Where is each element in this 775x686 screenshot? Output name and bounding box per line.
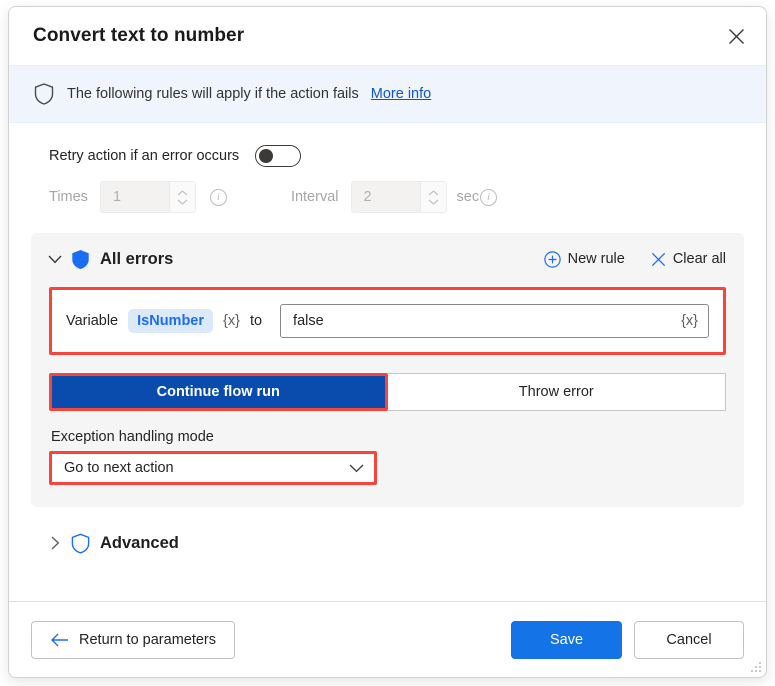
retry-action-row: Retry action if an error occurs [31, 123, 744, 167]
clear-all-button[interactable]: Clear all [651, 251, 726, 267]
dialog-title: Convert text to number [33, 25, 718, 47]
all-errors-title: All errors [100, 250, 518, 269]
rule-connector-label: to [250, 313, 262, 329]
cancel-button[interactable]: Cancel [634, 621, 744, 659]
rule-prefix-label: Variable [66, 313, 118, 329]
close-icon [728, 28, 745, 45]
throw-error-option[interactable]: Throw error [388, 373, 727, 411]
variable-name-pill[interactable]: IsNumber [128, 309, 213, 333]
rule-value-text: false [293, 313, 681, 329]
new-rule-label: New rule [568, 251, 625, 267]
times-label: Times [49, 189, 88, 205]
banner-text: The following rules will apply if the ac… [67, 86, 359, 102]
advanced-title: Advanced [100, 534, 179, 553]
info-banner: The following rules will apply if the ac… [9, 65, 766, 123]
all-errors-header: All errors New rule Clear all [31, 233, 744, 285]
close-button[interactable] [718, 20, 754, 52]
more-info-link[interactable]: More info [371, 86, 431, 102]
dialog-body: Retry action if an error occurs Times 1 [9, 123, 766, 601]
toggle-knob [259, 149, 273, 163]
resize-grip-icon[interactable] [749, 661, 762, 674]
error-behavior-segmented-control: Continue flow run Throw error [49, 373, 726, 411]
save-button[interactable]: Save [511, 621, 622, 659]
exception-handling-mode-value: Go to next action [64, 460, 349, 476]
retry-action-label: Retry action if an error occurs [49, 148, 239, 164]
times-info-icon[interactable]: i [210, 189, 227, 206]
chevron-up-icon [428, 190, 439, 196]
rule-value-input[interactable]: false {x} [280, 304, 709, 338]
clear-all-label: Clear all [673, 251, 726, 267]
all-errors-shield [71, 249, 90, 270]
interval-info-icon[interactable]: i [480, 189, 497, 206]
return-to-parameters-button[interactable]: Return to parameters [31, 621, 235, 659]
return-to-parameters-label: Return to parameters [79, 632, 216, 648]
circle-plus-icon [544, 251, 561, 268]
interval-stepper[interactable]: 2 [351, 181, 447, 213]
shield-outline-icon [33, 82, 55, 106]
times-stepper[interactable]: 1 [100, 181, 196, 213]
chevron-down-icon [48, 255, 62, 264]
shield-filled-icon [71, 249, 90, 270]
chevron-right-icon [51, 536, 60, 550]
arrow-left-icon [50, 633, 69, 647]
chevron-down-icon [428, 199, 439, 205]
advanced-collapse-toggle[interactable] [45, 536, 65, 550]
shield-outline-icon [71, 533, 90, 554]
rule-row: Variable IsNumber {x} to false {x} [49, 287, 726, 355]
retry-action-toggle[interactable] [255, 145, 301, 167]
close-icon [651, 252, 666, 267]
retry-settings-row: Times 1 i Interval 2 [31, 167, 744, 213]
dialog-titlebar: Convert text to number [9, 7, 766, 65]
chevron-down-icon [349, 464, 364, 473]
interval-value: 2 [352, 189, 420, 205]
interval-label: Interval [291, 189, 339, 205]
value-token-icon[interactable]: {x} [681, 313, 698, 329]
variable-token-icon[interactable]: {x} [223, 313, 240, 329]
new-rule-button[interactable]: New rule [544, 251, 625, 268]
chevron-down-icon [177, 199, 188, 205]
exception-handling-mode-dropdown[interactable]: Go to next action [49, 451, 377, 485]
all-errors-card: All errors New rule Clear all [31, 233, 744, 507]
chevron-up-icon [177, 190, 188, 196]
continue-flow-run-option[interactable]: Continue flow run [49, 373, 388, 411]
all-errors-collapse-toggle[interactable] [45, 255, 65, 264]
interval-stepper-arrows[interactable] [420, 182, 446, 212]
advanced-section-header[interactable]: Advanced [31, 515, 744, 571]
advanced-shield [71, 533, 90, 554]
times-value: 1 [101, 189, 169, 205]
exception-handling-mode-label: Exception handling mode [51, 429, 744, 445]
convert-text-to-number-dialog: Convert text to number The following rul… [8, 6, 767, 678]
dialog-footer: Return to parameters Save Cancel [9, 601, 766, 677]
times-stepper-arrows[interactable] [169, 182, 195, 212]
interval-unit-label: sec [457, 189, 480, 205]
